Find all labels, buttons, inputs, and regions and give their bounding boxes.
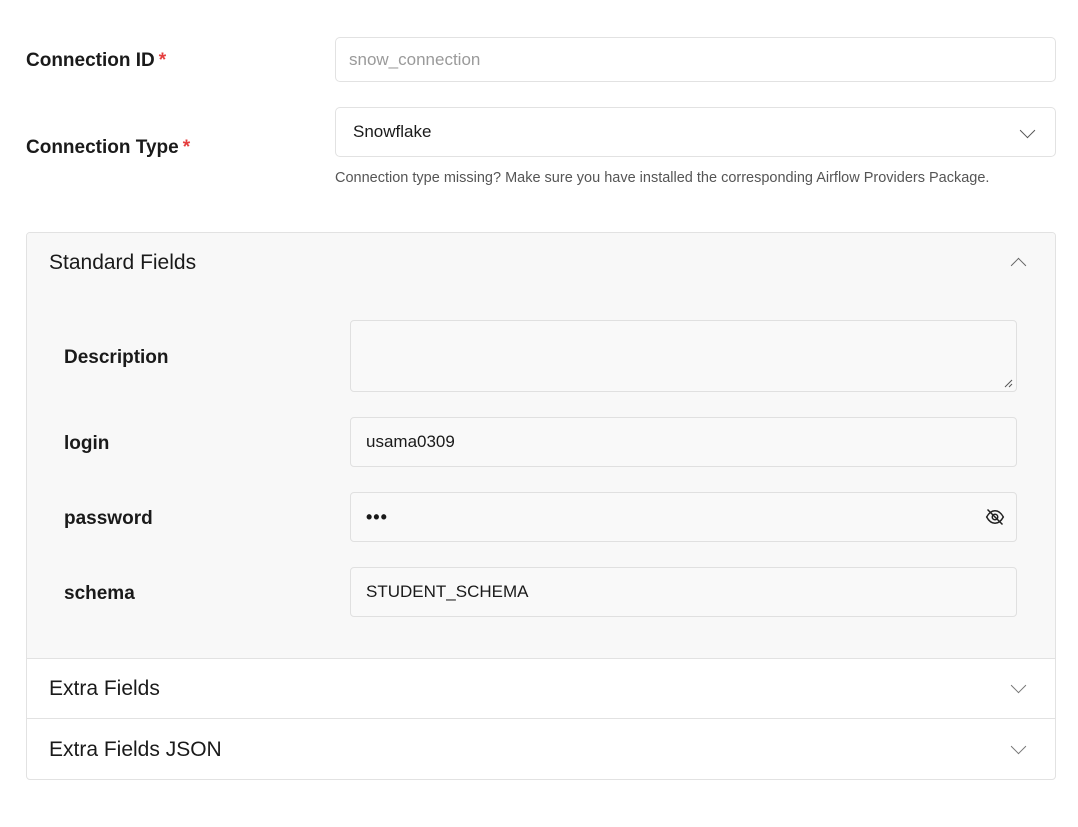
standard-fields-title: Standard Fields <box>49 251 197 274</box>
connection-id-label: Connection ID * <box>26 50 166 72</box>
chevron-down-icon <box>1019 122 1036 139</box>
password-value: ••• <box>366 506 388 527</box>
chevron-down-icon <box>1010 677 1027 694</box>
connection-id-label-text: Connection ID <box>26 50 155 71</box>
connection-id-placeholder: snow_connection <box>349 49 481 69</box>
standard-fields-header[interactable]: Standard Fields <box>27 233 1055 295</box>
extra-fields-json-header[interactable]: Extra Fields JSON <box>27 719 1055 779</box>
connection-type-select[interactable]: Snowflake <box>335 107 1056 157</box>
login-value: usama0309 <box>366 432 455 451</box>
extra-fields-header[interactable]: Extra Fields <box>27 658 1055 719</box>
login-label: login <box>64 433 110 454</box>
description-label: Description <box>64 347 169 368</box>
required-mark: * <box>158 50 167 71</box>
extra-fields-json-title: Extra Fields JSON <box>49 738 222 761</box>
connection-type-label-text: Connection Type <box>26 137 179 158</box>
connection-type-helper: Connection type missing? Make sure you h… <box>335 170 990 186</box>
password-input[interactable]: ••• <box>350 492 1017 542</box>
connection-type-label: Connection Type * <box>26 137 190 159</box>
chevron-down-icon <box>1010 738 1027 755</box>
resize-handle-icon[interactable] <box>1004 379 1013 388</box>
required-mark: * <box>182 137 191 158</box>
schema-value: STUDENT_SCHEMA <box>366 582 529 601</box>
chevron-up-icon <box>1010 257 1027 274</box>
description-textarea[interactable] <box>350 320 1017 392</box>
schema-label: schema <box>64 583 135 604</box>
schema-input[interactable]: STUDENT_SCHEMA <box>350 567 1017 617</box>
connection-id-input[interactable]: snow_connection <box>335 37 1056 82</box>
password-label: password <box>64 508 153 529</box>
connection-type-value: Snowflake <box>353 122 432 141</box>
standard-fields-panel: Standard Fields Description login usama0… <box>27 233 1055 659</box>
eye-off-icon[interactable] <box>985 507 1005 527</box>
login-input[interactable]: usama0309 <box>350 417 1017 467</box>
extra-fields-title: Extra Fields <box>49 677 160 700</box>
fields-accordion: Standard Fields Description login usama0… <box>26 232 1056 780</box>
